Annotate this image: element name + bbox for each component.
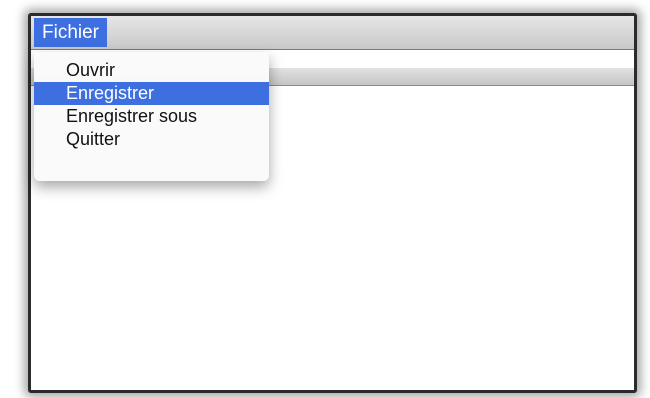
menu-bar: Fichier [31,16,634,50]
menu-item-enregistrer-sous[interactable]: Enregistrer sous [34,105,269,128]
menu-item-enregistrer[interactable]: Enregistrer [34,82,269,105]
menu-item-ouvrir[interactable]: Ouvrir [34,59,269,82]
menu-fichier[interactable]: Fichier [34,18,108,47]
fichier-dropdown-menu: Ouvrir Enregistrer Enregistrer sous Quit… [34,52,269,181]
menu-item-quitter[interactable]: Quitter [34,128,269,151]
